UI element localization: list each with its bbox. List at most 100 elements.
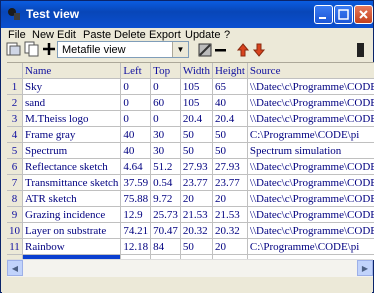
- row-number[interactable]: 3: [7, 110, 23, 127]
- cell-name[interactable]: Grazing incidence: [22, 206, 122, 223]
- table-row[interactable]: 9 Grazing incidence 12.9 25.73 21.53 21.53 \\D…: [7, 206, 374, 223]
- cell-width[interactable]: 50: [180, 126, 213, 143]
- row-number[interactable]: 7: [7, 174, 23, 191]
- row-number[interactable]: 1: [7, 78, 23, 95]
- table-row[interactable]: 3 M.Theiss logo 0 0 20.4 20.4 \\Datec\c\Progra…: [7, 110, 374, 127]
- cell-name[interactable]: Reflectance sketch: [22, 158, 122, 175]
- horizontal-scrollbar[interactable]: ◀ ▶: [7, 259, 373, 277]
- cell-left[interactable]: 12.9: [120, 206, 152, 223]
- table-row[interactable]: 4 Frame gray 40 30 50 50 C:\Programme\CODE\pi: [7, 126, 374, 143]
- scroll-right-icon[interactable]: ▶: [357, 260, 373, 276]
- cell-top[interactable]: 30: [150, 126, 181, 143]
- cell-name[interactable]: Layer on substrate: [22, 222, 122, 239]
- cell-width[interactable]: 27.93: [180, 158, 213, 175]
- row-number[interactable]: 9: [7, 206, 23, 223]
- minus-icon[interactable]: [213, 42, 229, 58]
- table-row[interactable]: 5 Spectrum 40 30 50 50 Spectrum simulation: [7, 142, 374, 159]
- col-header-top[interactable]: Top: [150, 63, 181, 79]
- cell-height[interactable]: 23.77: [212, 174, 248, 191]
- cell-height[interactable]: 50: [212, 126, 248, 143]
- cell-top[interactable]: 9.72: [150, 190, 181, 207]
- cell-left[interactable]: 75.88: [120, 190, 152, 207]
- menu-file[interactable]: File: [8, 29, 26, 41]
- table-row[interactable]: 2 sand 0 60 105 40 \\Datec\c\Programme\CODE: [7, 94, 374, 111]
- cell-left[interactable]: 40: [120, 126, 152, 143]
- cell-name[interactable]: sand: [22, 94, 122, 111]
- menu-delete[interactable]: Delete: [114, 29, 146, 41]
- close-button[interactable]: [354, 5, 373, 24]
- cell-width[interactable]: 20.32: [180, 222, 213, 239]
- cell-left[interactable]: 74.21: [120, 222, 152, 239]
- arrow-down-icon[interactable]: [251, 42, 267, 58]
- menu-export[interactable]: Export: [149, 29, 181, 41]
- cell-left[interactable]: 40: [120, 142, 152, 159]
- cell-top[interactable]: 25.73: [150, 206, 181, 223]
- cell-width[interactable]: 21.53: [180, 206, 213, 223]
- add-icon[interactable]: [41, 41, 57, 57]
- open-icon[interactable]: [6, 41, 22, 57]
- col-header-left[interactable]: Left: [120, 63, 152, 79]
- cell-top[interactable]: 84: [150, 238, 181, 255]
- chevron-down-icon[interactable]: ▼: [172, 42, 188, 57]
- cell-name[interactable]: ATR sketch: [22, 190, 122, 207]
- cell-height[interactable]: 20: [212, 190, 248, 207]
- cell-left[interactable]: 0: [120, 78, 152, 95]
- cell-name[interactable]: Frame gray: [22, 126, 122, 143]
- menu-help[interactable]: ?: [224, 29, 230, 41]
- menu-new[interactable]: New: [32, 29, 54, 41]
- cell-source[interactable]: \\Datec\c\Programme\CODE: [247, 94, 374, 111]
- cell-top[interactable]: 70.47: [150, 222, 181, 239]
- cell-width[interactable]: 105: [180, 94, 213, 111]
- scroll-left-icon[interactable]: ◀: [7, 260, 23, 276]
- col-header-name[interactable]: Name: [22, 63, 122, 79]
- table-row[interactable]: 7 Transmittance sketch 37.59 0.54 23.77 23.77…: [7, 174, 374, 191]
- cell-height[interactable]: 20: [212, 238, 248, 255]
- cell-height[interactable]: 20.4: [212, 110, 248, 127]
- cell-source[interactable]: \\Datec\c\Programme\CODE: [247, 190, 374, 207]
- cell-source[interactable]: C:\Programme\CODE\pi: [247, 238, 374, 255]
- cell-top[interactable]: 51.2: [150, 158, 181, 175]
- cell-top[interactable]: 60: [150, 94, 181, 111]
- cell-left[interactable]: 37.59: [120, 174, 152, 191]
- cell-name[interactable]: Sky: [22, 78, 122, 95]
- table-row[interactable]: 6 Reflectance sketch 4.64 51.2 27.93 27.93 \\D…: [7, 158, 374, 175]
- row-number[interactable]: 6: [7, 158, 23, 175]
- cell-source[interactable]: \\Datec\c\Programme\CODE: [247, 222, 374, 239]
- cell-height[interactable]: 65: [212, 78, 248, 95]
- cell-top[interactable]: 30: [150, 142, 181, 159]
- table-row[interactable]: 1 Sky 0 0 105 65 \\Datec\c\Programme\CODE: [7, 78, 374, 95]
- cell-source[interactable]: \\Datec\c\Programme\CODE: [247, 206, 374, 223]
- cell-left[interactable]: 0: [120, 94, 152, 111]
- tools-icon[interactable]: [197, 42, 213, 58]
- menu-update[interactable]: Update: [185, 29, 220, 41]
- cell-name[interactable]: M.Theiss logo: [22, 110, 122, 127]
- panel-icon[interactable]: [353, 42, 369, 58]
- cell-height[interactable]: 40: [212, 94, 248, 111]
- menu-paste[interactable]: Paste: [83, 29, 111, 41]
- cell-source[interactable]: \\Datec\c\Programme\CODE: [247, 174, 374, 191]
- cell-width[interactable]: 105: [180, 78, 213, 95]
- cell-height[interactable]: 27.93: [212, 158, 248, 175]
- cell-width[interactable]: 20.4: [180, 110, 213, 127]
- row-number[interactable]: 5: [7, 142, 23, 159]
- cell-source[interactable]: \\Datec\c\Programme\CODE: [247, 110, 374, 127]
- row-number[interactable]: 2: [7, 94, 23, 111]
- cell-name[interactable]: Spectrum: [22, 142, 122, 159]
- col-header-source[interactable]: Source: [247, 63, 374, 79]
- view-select[interactable]: Metafile view ▼: [57, 41, 189, 58]
- maximize-button[interactable]: [334, 5, 353, 24]
- cell-left[interactable]: 0: [120, 110, 152, 127]
- cell-height[interactable]: 50: [212, 142, 248, 159]
- cell-source[interactable]: Spectrum simulation: [247, 142, 374, 159]
- copy-icon[interactable]: [24, 41, 40, 57]
- col-header-width[interactable]: Width: [180, 63, 213, 79]
- cell-width[interactable]: 50: [180, 142, 213, 159]
- row-number[interactable]: 8: [7, 190, 23, 207]
- cell-width[interactable]: 23.77: [180, 174, 213, 191]
- cell-source[interactable]: C:\Programme\CODE\pi: [247, 126, 374, 143]
- row-number[interactable]: 10: [7, 222, 23, 239]
- cell-height[interactable]: 20.32: [212, 222, 248, 239]
- table-row[interactable]: 8 ATR sketch 75.88 9.72 20 20 \\Datec\c\Progra…: [7, 190, 374, 207]
- cell-top[interactable]: 0: [150, 110, 181, 127]
- col-header-height[interactable]: Height: [212, 63, 248, 79]
